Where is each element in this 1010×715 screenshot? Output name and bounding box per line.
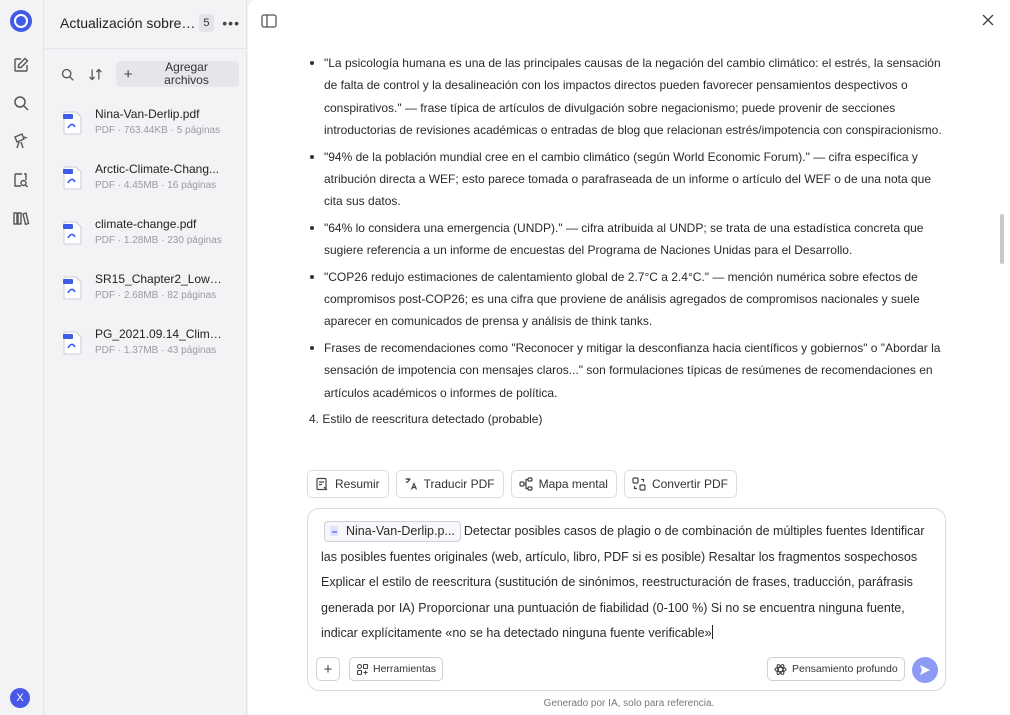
- pdf-icon: [330, 526, 338, 537]
- pdf-file-icon: [63, 221, 82, 245]
- file-name: climate-change.pdf: [95, 217, 197, 231]
- file-meta: PDF · 4.45MB · 16 páginas: [95, 180, 217, 191]
- attached-file-name: Nina-Van-Derlip.p...: [346, 523, 455, 538]
- summarize-button[interactable]: Resumir: [307, 470, 389, 498]
- pdf-file-icon: [63, 276, 82, 300]
- file-name: Nina-Van-Derlip.pdf: [95, 107, 200, 121]
- file-list-item[interactable]: Nina-Van-Derlip.pdf PDF · 763.44KB · 5 pá…: [63, 107, 243, 147]
- file-name: SR15_Chapter2_Low_R...: [95, 272, 225, 286]
- file-name: Arctic-Climate-Chang...: [95, 162, 220, 176]
- library-icon[interactable]: [10, 207, 32, 229]
- file-meta: PDF · 1.37MB · 43 páginas: [95, 345, 217, 356]
- file-list-item[interactable]: Arctic-Climate-Chang... PDF · 4.45MB · 16…: [63, 162, 243, 202]
- atom-icon: [774, 663, 787, 675]
- presentation-icon[interactable]: [10, 130, 32, 152]
- close-icon[interactable]: [981, 13, 995, 27]
- send-button[interactable]: [912, 657, 938, 683]
- pdf-file-icon: [63, 111, 82, 135]
- file-count-badge: 5: [198, 14, 215, 32]
- deep-thinking-toggle[interactable]: Pensamiento profundo: [767, 657, 905, 681]
- ai-disclaimer: Generado por IA, solo para referencia.: [543, 698, 715, 709]
- main-panel: "La psicología humana es una de las prin…: [248, 0, 1010, 715]
- attached-file-chip[interactable]: Nina-Van-Derlip.p...: [324, 521, 461, 543]
- list-item: Frases de recomendaciones como "Reconoce…: [306, 337, 946, 404]
- list-item: "94% de la población mundial cree en el …: [306, 146, 946, 213]
- add-files-button[interactable]: + Agregar archivos: [115, 60, 239, 87]
- file-name: PG_2021.09.14_Climat...: [95, 327, 225, 341]
- file-list-item[interactable]: PG_2021.09.14_Climat... PDF · 1.37MB · 43…: [63, 327, 243, 367]
- file-meta: PDF · 2.68MB · 82 páginas: [95, 290, 217, 301]
- app-logo[interactable]: [10, 10, 32, 32]
- pdf-file-icon: [63, 331, 82, 355]
- tools-label: Herramientas: [373, 663, 437, 675]
- more-options-icon[interactable]: •••: [222, 15, 240, 31]
- document-search-icon[interactable]: [10, 169, 32, 191]
- search-icon[interactable]: [10, 92, 32, 114]
- search-icon[interactable]: [59, 65, 77, 83]
- file-list-item[interactable]: climate-change.pdf PDF · 1.28MB · 230 pág…: [63, 217, 243, 257]
- scrollbar[interactable]: [1000, 214, 1004, 264]
- add-files-label: Agregar archivos: [164, 60, 209, 87]
- summarize-icon: [316, 477, 328, 491]
- response-content: "La psicología humana es una de las prin…: [306, 52, 946, 430]
- text-caret: [711, 625, 713, 640]
- prompt-composer[interactable]: Nina-Van-Derlip.p... Detectar posibles c…: [307, 508, 946, 691]
- file-meta: PDF · 1.28MB · 230 páginas: [95, 235, 222, 246]
- tools-button[interactable]: Herramientas: [349, 657, 444, 681]
- list-item: "La psicología humana es una de las prin…: [306, 52, 946, 142]
- divider: [45, 48, 247, 49]
- icon-rail: X: [0, 0, 44, 715]
- section-heading: 4. Estilo de reescritura detectado (prob…: [309, 412, 543, 427]
- mind-map-icon: [518, 477, 533, 491]
- plus-icon: +: [123, 65, 133, 83]
- convert-pdf-label: Convertir PDF: [651, 477, 728, 491]
- translate-pdf-label: Traducir PDF: [423, 477, 495, 491]
- list-item: "COP26 redujo estimaciones de calentamie…: [306, 266, 946, 333]
- avatar[interactable]: X: [10, 688, 30, 708]
- sort-icon[interactable]: [87, 65, 105, 83]
- summarize-label: Resumir: [335, 477, 380, 491]
- composer-toolbar: + Herramientas Pensamiento profundo: [316, 657, 938, 683]
- file-panel: Actualización sobre ... 5 ••• + Agregar …: [45, 0, 247, 715]
- deep-thinking-label: Pensamiento profundo: [792, 663, 898, 675]
- convert-icon: [632, 477, 646, 491]
- translate-pdf-button[interactable]: Traducir PDF: [395, 470, 504, 498]
- tools-icon: [356, 663, 369, 675]
- send-icon: [920, 665, 930, 675]
- prompt-input[interactable]: Nina-Van-Derlip.p... Detectar posibles c…: [321, 519, 931, 647]
- mind-map-button[interactable]: Mapa mental: [510, 470, 617, 498]
- edit-icon[interactable]: [10, 54, 32, 76]
- convert-pdf-button[interactable]: Convertir PDF: [623, 470, 737, 498]
- attach-button[interactable]: +: [316, 657, 340, 681]
- file-tools: + Agregar archivos: [59, 61, 239, 87]
- file-meta: PDF · 763.44KB · 5 páginas: [95, 125, 221, 136]
- list-item: "64% lo considera una emergencia (UNDP).…: [306, 217, 946, 262]
- translate-icon: [405, 478, 417, 490]
- pdf-file-icon: [63, 166, 82, 190]
- session-title[interactable]: Actualización sobre ...: [60, 15, 196, 31]
- quick-actions: Resumir Traducir PDF Mapa mental Convert…: [307, 470, 744, 498]
- mind-map-label: Mapa mental: [538, 477, 608, 491]
- sidebar-toggle-icon[interactable]: [261, 14, 277, 28]
- file-list-item[interactable]: SR15_Chapter2_Low_R... PDF · 2.68MB · 82 …: [63, 272, 243, 312]
- file-panel-header: Actualización sobre ... 5 •••: [60, 12, 240, 34]
